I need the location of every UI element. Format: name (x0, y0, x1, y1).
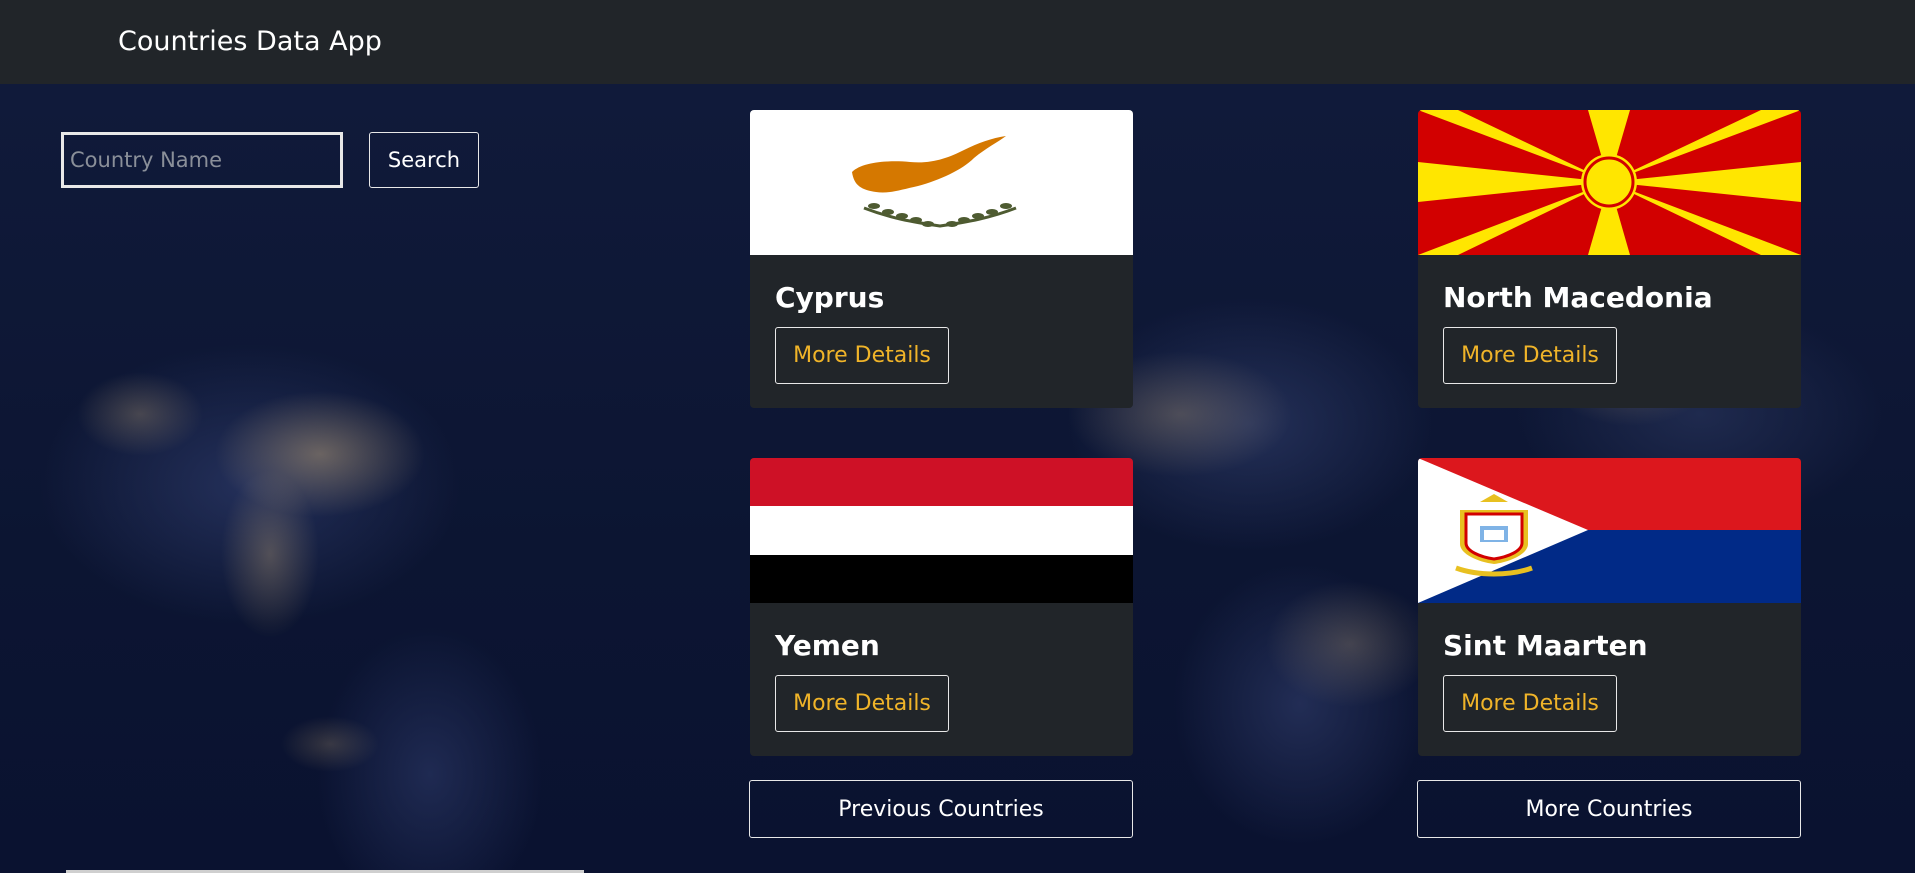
previous-countries-button[interactable]: Previous Countries (749, 780, 1133, 838)
country-card-cyprus: Cyprus More Details (750, 110, 1133, 408)
country-name: Sint Maarten (1443, 629, 1648, 662)
search-button[interactable]: Search (369, 132, 479, 188)
country-card-yemen: Yemen More Details (750, 458, 1133, 756)
more-details-button[interactable]: More Details (1443, 675, 1617, 732)
country-name: Cyprus (775, 281, 885, 314)
navbar: Countries Data App (0, 0, 1915, 84)
country-name: Yemen (775, 629, 880, 662)
more-details-button[interactable]: More Details (775, 675, 949, 732)
sint-maarten-flag (1418, 458, 1801, 603)
more-countries-button[interactable]: More Countries (1417, 780, 1801, 838)
country-name: North Macedonia (1443, 281, 1713, 314)
more-details-button[interactable]: More Details (1443, 327, 1617, 384)
yemen-flag (750, 458, 1133, 603)
app-title[interactable]: Countries Data App (118, 22, 382, 62)
north-macedonia-flag (1418, 110, 1801, 255)
cyprus-flag (750, 110, 1133, 255)
more-details-button[interactable]: More Details (775, 327, 949, 384)
country-card-north-macedonia: North Macedonia More Details (1418, 110, 1801, 408)
country-card-sint-maarten: Sint Maarten More Details (1418, 458, 1801, 756)
search-input[interactable] (61, 132, 343, 188)
